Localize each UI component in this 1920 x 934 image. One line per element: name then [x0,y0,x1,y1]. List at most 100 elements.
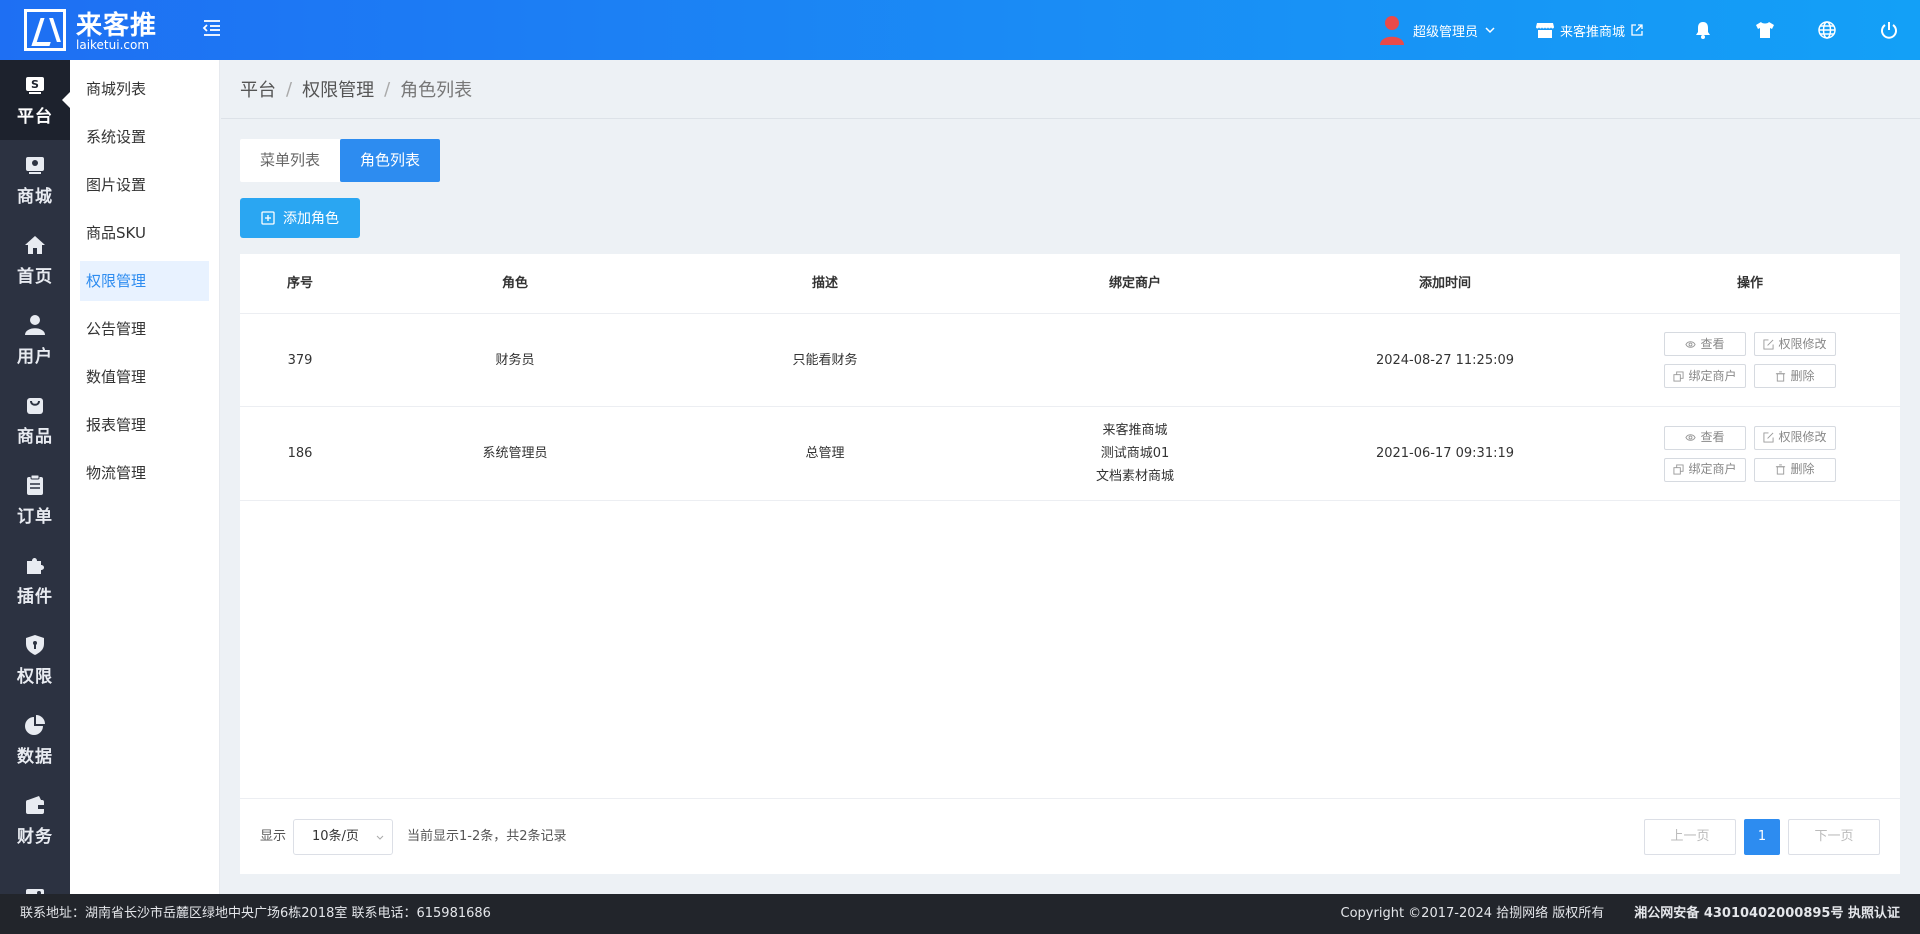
puzzle-icon [27,557,44,574]
submenu-item-values[interactable]: 数值管理 [80,357,209,397]
breadcrumb-item[interactable]: 平台 [240,76,276,102]
cell-actions: 查看 权限修改 绑定商户 删除 [1600,314,1900,406]
edit-permissions-button[interactable]: 权限修改 [1754,332,1836,356]
sidebar-item-data[interactable]: 数据 [0,700,70,780]
shield-icon [26,634,44,655]
image-icon [26,889,44,894]
cell-id: 186 [240,407,360,500]
merchant-name: 来客推商城 [1102,423,1168,438]
shop-link[interactable]: 来客推商城 [1535,21,1644,40]
column-header-role: 角色 [501,276,528,291]
bag-icon [27,397,43,414]
sidebar-item-label: 平台 [17,106,53,127]
submenu-item-image-settings[interactable]: 图片设置 [80,165,209,205]
sidebar-item-plugins[interactable]: 插件 [0,540,70,620]
sidebar-item-label: 权限 [17,666,53,687]
breadcrumb-item[interactable]: 权限管理 [302,76,374,102]
view-button[interactable]: 查看 [1664,425,1746,450]
edit-icon [1763,338,1775,350]
footer-copyright: Copyright ©2017-2024 拾捌网络 版权所有 [1340,906,1605,921]
cell-time-text: 2024-08-27 11:25:09 [1375,352,1515,368]
page-size-label: 显示 [260,829,287,844]
sidebar-item-permissions[interactable]: 权限 [0,620,70,700]
sidebar-item-label: 商品 [17,426,53,447]
logo-domain: laiketui.com [76,38,150,52]
bind-merchant-button[interactable]: 绑定商户 [1664,457,1746,482]
cell-id: 379 [240,314,360,406]
breadcrumb-separator: / [384,78,391,100]
power-icon[interactable] [1858,0,1920,60]
sidebar-item-home[interactable]: 首页 [0,220,70,300]
column-header-id: 序号 [286,276,313,291]
breadcrumb-separator: / [286,78,293,100]
add-role-button[interactable]: 添加角色 [240,198,360,238]
cell-role: 系统管理员 [360,407,670,500]
trash-icon [1776,464,1786,475]
logo-title: 来客推 [76,11,158,41]
merchant-name: 测试商城01 [1100,446,1170,461]
svg-text:S: S [31,78,39,91]
cell-time: 2021-06-17 09:31:19 [1290,407,1600,500]
view-button[interactable]: 查看 [1664,332,1746,356]
sidebar-item-label: 财务 [17,826,53,847]
sidebar-item-user[interactable]: 用户 [0,300,70,380]
logo[interactable]: 来客推 laiketui.com [24,7,158,53]
breadcrumb: 平台 / 权限管理 / 角色列表 [221,60,1920,119]
submenu-item-system-settings[interactable]: 系统设置 [80,117,209,157]
footer-icp[interactable]: 湘公网安备 43010402000895号 执照认证 [1634,894,1900,934]
submenu-item-permission-management[interactable]: 权限管理 [80,261,209,301]
delete-button[interactable]: 删除 [1754,457,1836,482]
globe-icon[interactable] [1796,0,1858,60]
sidebar-item-goods[interactable]: 商品 [0,380,70,460]
cell-time: 2024-08-27 11:25:09 [1290,314,1600,406]
bind-merchant-button[interactable]: 绑定商户 [1664,364,1746,388]
external-link-icon [1631,24,1643,36]
tshirt-icon[interactable] [1734,0,1796,60]
page-size-select[interactable]: 10条/页 [293,819,393,855]
wallet-icon [26,795,44,814]
edit-permissions-button[interactable]: 权限修改 [1754,425,1836,450]
bind-merchant-label: 绑定商户 [1688,368,1737,383]
submenu-item-announcements[interactable]: 公告管理 [80,309,209,349]
cell-description: 只能看财务 [670,314,980,406]
sidebar-item-platform[interactable]: S 平台 [0,60,70,140]
merchant-name: 文档素材商城 [1095,469,1174,484]
sidebar-item-mall[interactable]: 商城 [0,140,70,220]
column-header-actions: 操作 [1736,276,1763,291]
submenu-item-mall-list[interactable]: 商城列表 [80,69,209,109]
tab-menu-list[interactable]: 菜单列表 [240,139,341,182]
menu-fold-icon[interactable] [200,16,224,40]
bell-icon[interactable] [1672,0,1734,60]
main-sidebar: S 平台 商城 首页 用户 商品 订单 插件 权限 数据 财务 [0,60,70,894]
cell-merchants [980,314,1290,406]
sub-menu: 商城列表 系统设置 图片设置 商品SKU 权限管理 公告管理 数值管理 报表管理… [70,60,220,894]
user-menu[interactable]: 超级管理员 [1379,15,1496,45]
prev-page-button[interactable]: 上一页 [1644,819,1736,855]
delete-label: 删除 [1790,368,1815,383]
column-header-time: 添加时间 [1418,276,1471,291]
home-icon [25,235,45,254]
sidebar-item-images[interactable] [0,860,70,894]
edit-permissions-label: 权限修改 [1778,430,1827,444]
sidebar-item-orders[interactable]: 订单 [0,460,70,540]
top-header: 来客推 laiketui.com 超级管理员 来客推商城 [0,0,1920,60]
submenu-item-goods-sku[interactable]: 商品SKU [80,213,209,253]
cell-role: 财务员 [360,314,670,406]
submenu-item-reports[interactable]: 报表管理 [80,405,209,445]
edit-permissions-label: 权限修改 [1778,336,1827,351]
table-row: 379 财务员 只能看财务 2024-08-27 11:25:09 查看 权限修… [240,314,1900,407]
store-icon [1535,23,1554,38]
page-number-button[interactable]: 1 [1744,819,1780,855]
submenu-item-logistics[interactable]: 物流管理 [80,453,209,493]
delete-button[interactable]: 删除 [1754,364,1836,388]
cell-description: 总管理 [670,407,980,500]
user-name: 超级管理员 [1412,24,1478,40]
role-table: 序号 角色 描述 绑定商户 添加时间 操作 379 财务员 只能看财务 2024… [240,254,1900,874]
tab-role-list[interactable]: 角色列表 [340,139,441,182]
clipboard-icon [27,474,43,495]
pie-chart-icon [25,714,45,735]
next-page-button[interactable]: 下一页 [1788,819,1880,855]
sidebar-item-finance[interactable]: 财务 [0,780,70,860]
edit-icon [1763,432,1775,443]
sidebar-item-label: 订单 [17,506,53,527]
